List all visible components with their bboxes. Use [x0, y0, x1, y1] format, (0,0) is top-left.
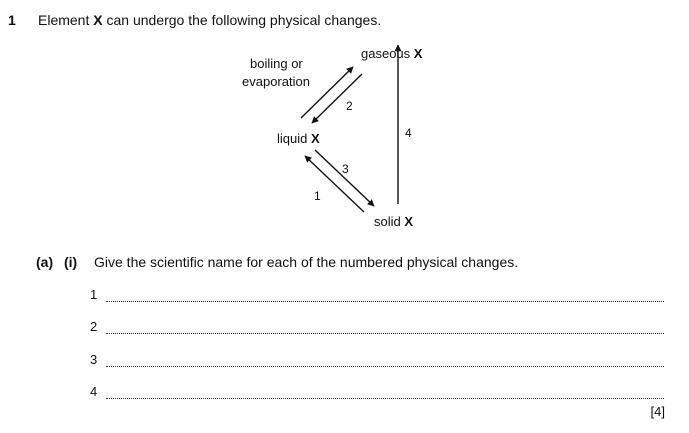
arrow-liquid-to-solid	[314, 149, 375, 207]
answer-dotted-line	[106, 366, 664, 367]
answer-line-1[interactable]: 1	[90, 287, 664, 305]
answer-line-3[interactable]: 3	[90, 352, 664, 370]
arrow-solid-to-liquid	[304, 155, 365, 213]
sub-part-label: (i)	[64, 254, 78, 270]
answer-number: 3	[90, 352, 98, 367]
boiling-label-line2: evaporation	[242, 74, 310, 89]
arrow-number-1: 1	[314, 189, 321, 203]
answer-number: 4	[90, 384, 98, 399]
answer-line-4[interactable]: 4	[90, 384, 664, 402]
marks-total: [4]	[650, 404, 665, 419]
arrow-number-3: 3	[342, 162, 349, 176]
gas-label: gaseous X	[361, 46, 423, 61]
arrow-gas-to-liquid	[311, 73, 363, 124]
answer-line-2[interactable]: 2	[90, 319, 664, 337]
arrow-number-2: 2	[346, 99, 353, 113]
answer-dotted-line	[106, 301, 664, 302]
part-label: (a)	[36, 254, 54, 270]
liquid-label: liquid X	[277, 131, 320, 146]
answer-dotted-line	[106, 398, 664, 399]
solid-label: solid X	[374, 214, 413, 229]
answer-number: 1	[90, 287, 98, 302]
boiling-label-line1: boiling or	[250, 56, 303, 71]
part-prompt: Give the scientific name for each of the…	[94, 254, 519, 270]
answer-number: 2	[90, 319, 98, 334]
state-change-diagram: gaseous X liquid X solid X boiling or ev…	[242, 44, 423, 229]
answer-dotted-line	[106, 333, 664, 334]
arrow-number-4: 4	[405, 126, 412, 140]
